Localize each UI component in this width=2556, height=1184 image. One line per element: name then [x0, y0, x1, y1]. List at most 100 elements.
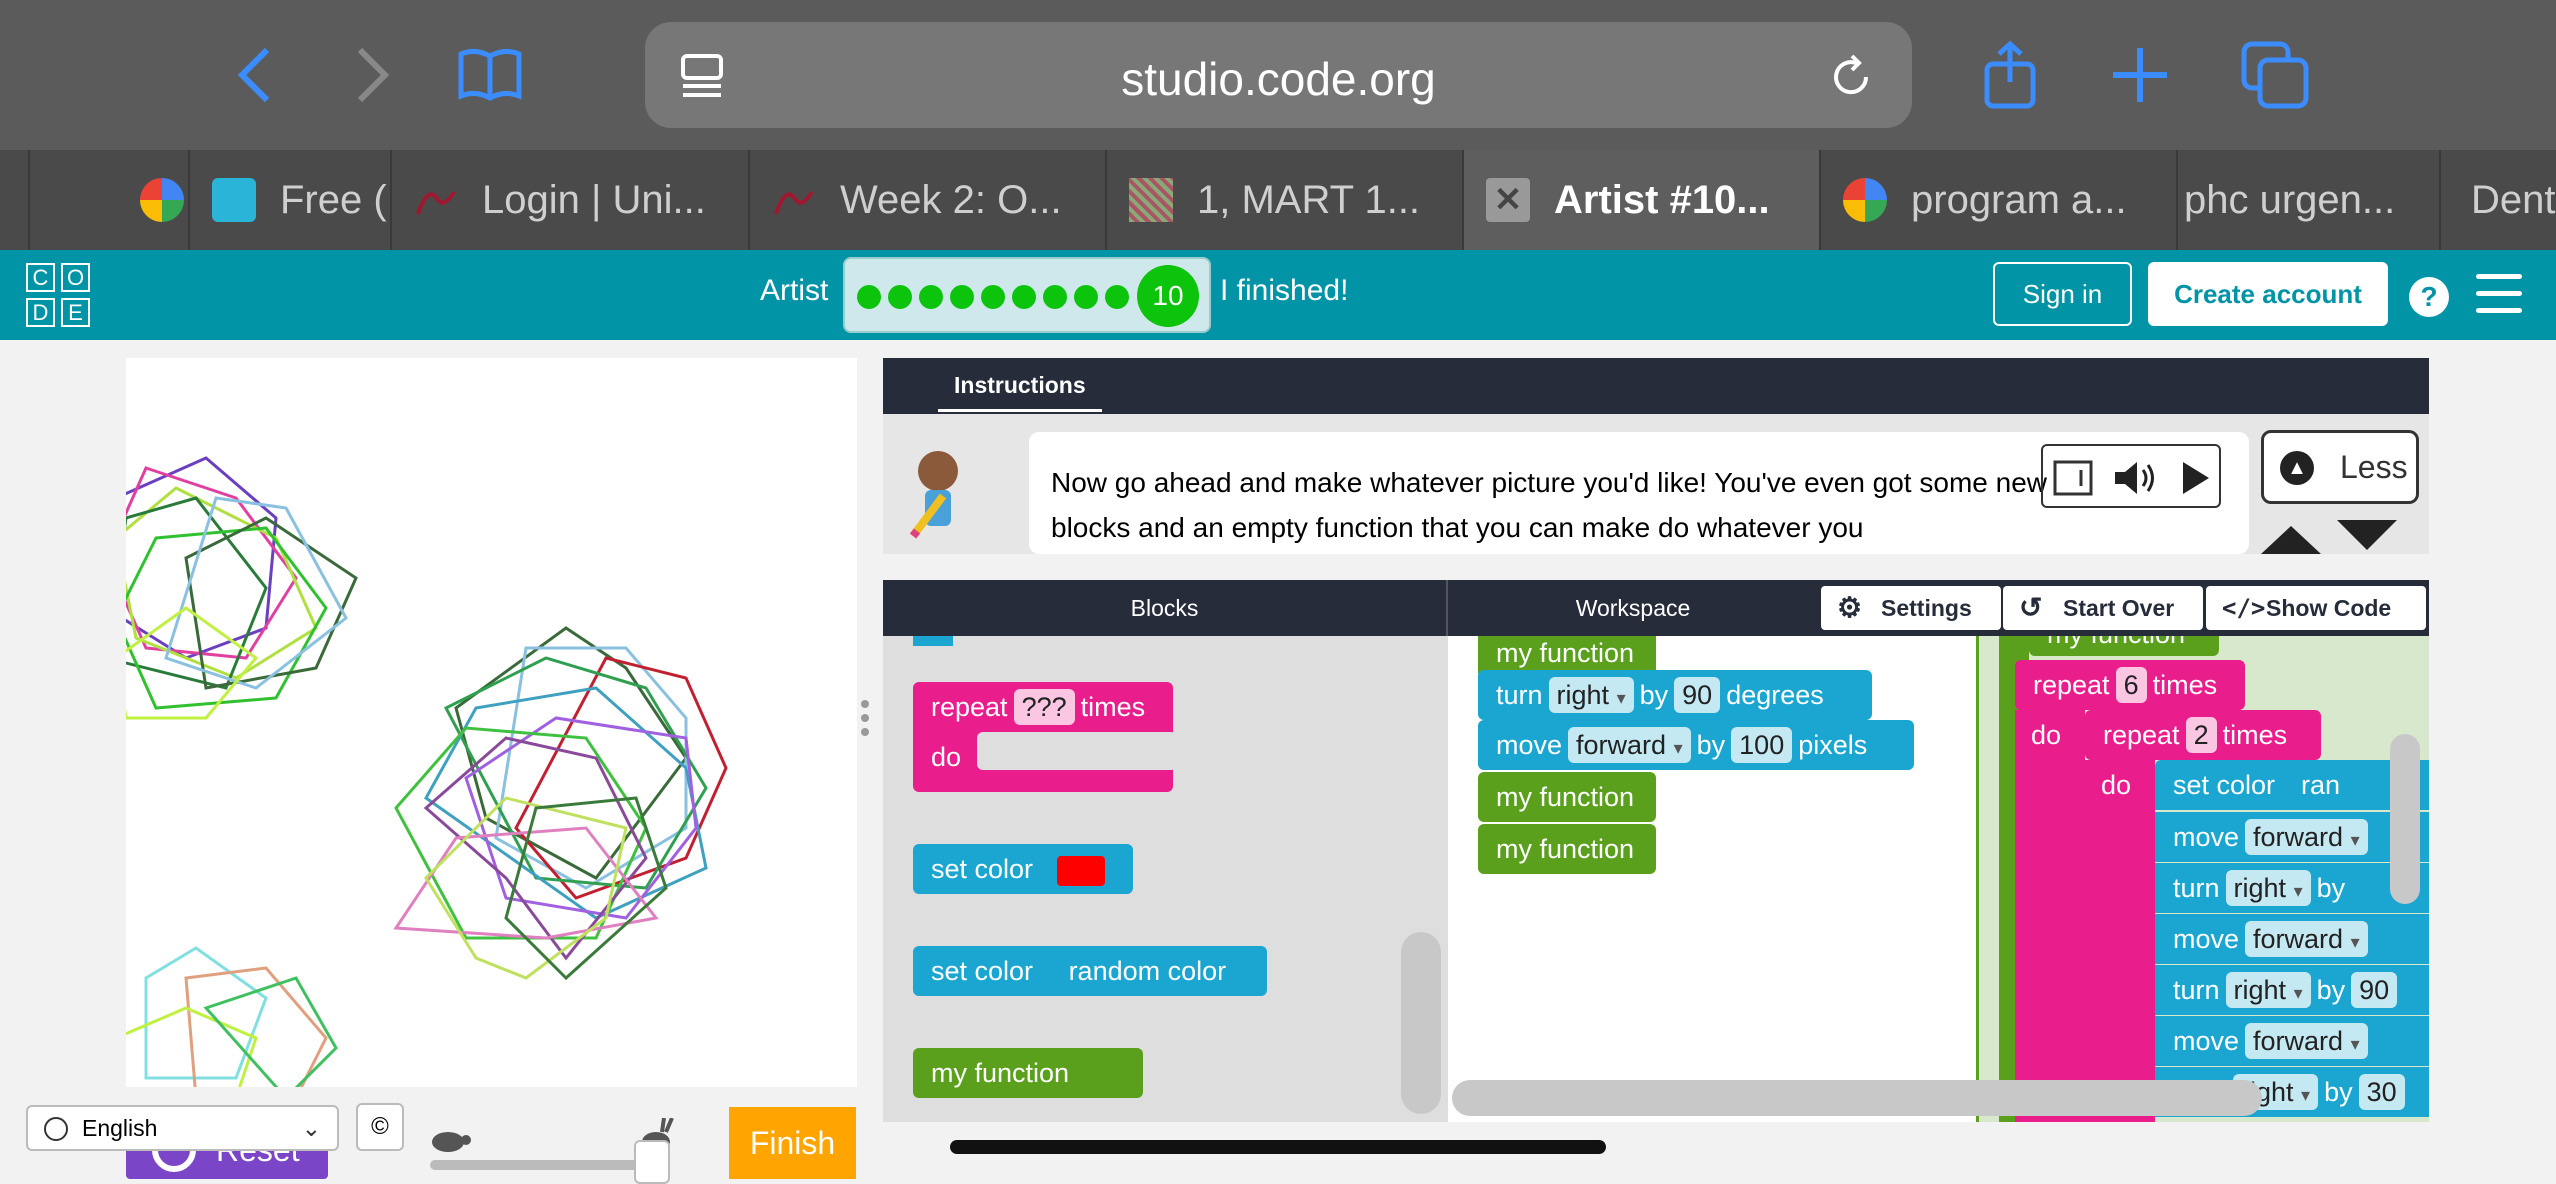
- finish-button[interactable]: Finish: [729, 1107, 856, 1179]
- move-dropdown[interactable]: forward ▾: [2245, 819, 2368, 855]
- language-selector[interactable]: English ⌄: [26, 1105, 339, 1151]
- level-dot[interactable]: [1043, 285, 1067, 309]
- dropdown-arrow-icon: ▾: [2350, 932, 2360, 952]
- level-dot[interactable]: [981, 285, 1005, 309]
- back-icon[interactable]: [222, 40, 292, 110]
- tab-instructions[interactable]: Instructions: [938, 372, 1102, 412]
- level-dot[interactable]: [1074, 285, 1098, 309]
- close-tab-icon[interactable]: ✕: [1486, 178, 1530, 222]
- angle-field[interactable]: 90: [2351, 972, 2398, 1008]
- settings-button[interactable]: ⚙ Settings: [1821, 586, 2001, 630]
- tab-label: phc urgen...: [2184, 178, 2396, 222]
- play-icon[interactable]: [2175, 456, 2215, 500]
- color-swatch[interactable]: [1056, 855, 1105, 886]
- tab-label: Week 2: O...: [840, 178, 1062, 222]
- resize-arrows-icon[interactable]: [2261, 516, 2397, 554]
- workspace: my function turn right ▾ by 90 degrees move f…: [1448, 636, 2429, 1122]
- less-button[interactable]: ▲ Less: [2261, 430, 2419, 504]
- level-progress: 10: [843, 257, 1211, 333]
- move-dropdown[interactable]: forward ▾: [1568, 727, 1691, 763]
- set-color-block[interactable]: set color: [913, 844, 1133, 894]
- angle-field[interactable]: 90: [1674, 677, 1721, 713]
- tab-program[interactable]: program a...: [1819, 150, 2176, 250]
- bookmarks-icon[interactable]: [455, 40, 525, 110]
- level-dot[interactable]: [1105, 285, 1129, 309]
- function-definition-header[interactable]: my function: [2029, 636, 2219, 656]
- turtle-slow-icon: [432, 1132, 471, 1152]
- outer-repeat-block[interactable]: repeat 6 times: [2015, 660, 2245, 710]
- move-block[interactable]: move forward ▾: [2155, 812, 2429, 862]
- distance-field[interactable]: 100: [1731, 727, 1793, 763]
- slider-thumb[interactable]: [634, 1140, 670, 1184]
- angle-field[interactable]: 30: [2358, 1074, 2405, 1110]
- turn-block[interactable]: turn right ▾ by: [2155, 863, 2429, 913]
- move-block[interactable]: move forward ▾: [2155, 914, 2429, 964]
- lesson-title[interactable]: Artist: [760, 274, 828, 308]
- tab-week2[interactable]: Week 2: O...: [748, 150, 1105, 250]
- forward-icon[interactable]: [335, 40, 405, 110]
- level-dot[interactable]: [950, 285, 974, 309]
- dropdown-arrow-icon: ▾: [1616, 688, 1626, 708]
- tab-phc[interactable]: phc urgen...: [2176, 150, 2439, 250]
- copyright-button[interactable]: ©: [356, 1103, 404, 1151]
- workspace-vertical-scrollbar[interactable]: [2390, 734, 2420, 904]
- speed-slider[interactable]: [430, 1140, 670, 1184]
- direction-dropdown[interactable]: right ▾: [2225, 972, 2311, 1008]
- turn-block[interactable]: turn right ▾ by 90: [2155, 965, 2429, 1015]
- workspace-header: Workspace: [1575, 595, 1691, 621]
- sign-in-button[interactable]: Sign in: [1993, 262, 2132, 326]
- function-call-block[interactable]: my function: [1478, 824, 1656, 874]
- level-dot[interactable]: [919, 285, 943, 309]
- current-level-bubble[interactable]: 10: [1137, 265, 1199, 327]
- hamburger-menu-icon[interactable]: [2476, 274, 2522, 314]
- move-dropdown[interactable]: forward ▾: [2245, 1023, 2368, 1059]
- start-over-button[interactable]: ↺ Start Over: [2003, 586, 2203, 630]
- level-dot[interactable]: [888, 285, 912, 309]
- tab-bar: Free ( Login | Uni... Week 2: O... 1, MA…: [0, 150, 2556, 250]
- create-account-button[interactable]: Create account: [2148, 262, 2388, 326]
- tab-login[interactable]: Login | Uni...: [390, 150, 748, 250]
- inner-repeat-body: do: [2085, 760, 2155, 1122]
- direction-dropdown[interactable]: right ▾: [1548, 677, 1634, 713]
- university-icon: [416, 190, 456, 215]
- reload-icon[interactable]: [1826, 52, 1876, 102]
- workspace-horizontal-scrollbar[interactable]: [1452, 1080, 2262, 1116]
- finished-link[interactable]: I finished!: [1220, 274, 1348, 308]
- tabs-overview-icon[interactable]: [2240, 40, 2310, 110]
- my-function-block[interactable]: my function: [913, 1048, 1143, 1098]
- level-dot[interactable]: [1012, 285, 1036, 309]
- direction-dropdown[interactable]: right ▾: [2225, 870, 2311, 906]
- tab-free[interactable]: Free (: [188, 150, 390, 250]
- repeat-count-field[interactable]: 2: [2185, 717, 2217, 753]
- repeat-count-field[interactable]: 6: [2115, 667, 2147, 703]
- turn-block[interactable]: turn right ▾ by 90 degrees: [1478, 670, 1872, 720]
- show-code-button[interactable]: </> Show Code: [2206, 586, 2426, 630]
- tab-mart[interactable]: 1, MART 1...: [1105, 150, 1462, 250]
- repeat-block[interactable]: repeat??? times do: [913, 682, 1177, 792]
- tab-dental[interactable]: Denta: [2439, 150, 2556, 250]
- inner-repeat-block[interactable]: repeat 2 times: [2085, 710, 2321, 760]
- address-bar[interactable]: studio.code.org: [645, 22, 1912, 128]
- tab-artist[interactable]: ✕ Artist #10...: [1462, 150, 1819, 250]
- volume-icon[interactable]: [2111, 456, 2161, 500]
- share-icon[interactable]: [1975, 40, 2045, 110]
- set-color-block[interactable]: set color ran: [2155, 760, 2429, 810]
- new-tab-icon[interactable]: [2105, 40, 2175, 110]
- partial-block: [913, 636, 953, 646]
- move-dropdown[interactable]: forward ▾: [2245, 921, 2368, 957]
- set-random-color-block[interactable]: set color random color: [913, 946, 1267, 996]
- text-to-speech-icon[interactable]: [2051, 456, 2095, 500]
- instructions-panel: Now go ahead and make whatever picture y…: [883, 414, 2429, 554]
- move-block[interactable]: move forward ▾: [2155, 1016, 2429, 1066]
- level-dot[interactable]: [857, 285, 881, 309]
- move-block[interactable]: move forward ▾ by 100 pixels: [1478, 720, 1914, 770]
- function-call-block[interactable]: my function: [1478, 772, 1656, 822]
- tab-google[interactable]: [28, 150, 188, 250]
- browser-toolbar: studio.code.org: [0, 0, 2556, 150]
- google-icon: [1843, 178, 1887, 222]
- repeat-count-field[interactable]: ???: [1013, 689, 1075, 725]
- panel-resize-handle[interactable]: [861, 700, 871, 744]
- toolbox-scrollbar[interactable]: [1401, 932, 1441, 1114]
- help-icon[interactable]: ?: [2409, 277, 2449, 317]
- dropdown-arrow-icon: ▾: [2350, 830, 2360, 850]
